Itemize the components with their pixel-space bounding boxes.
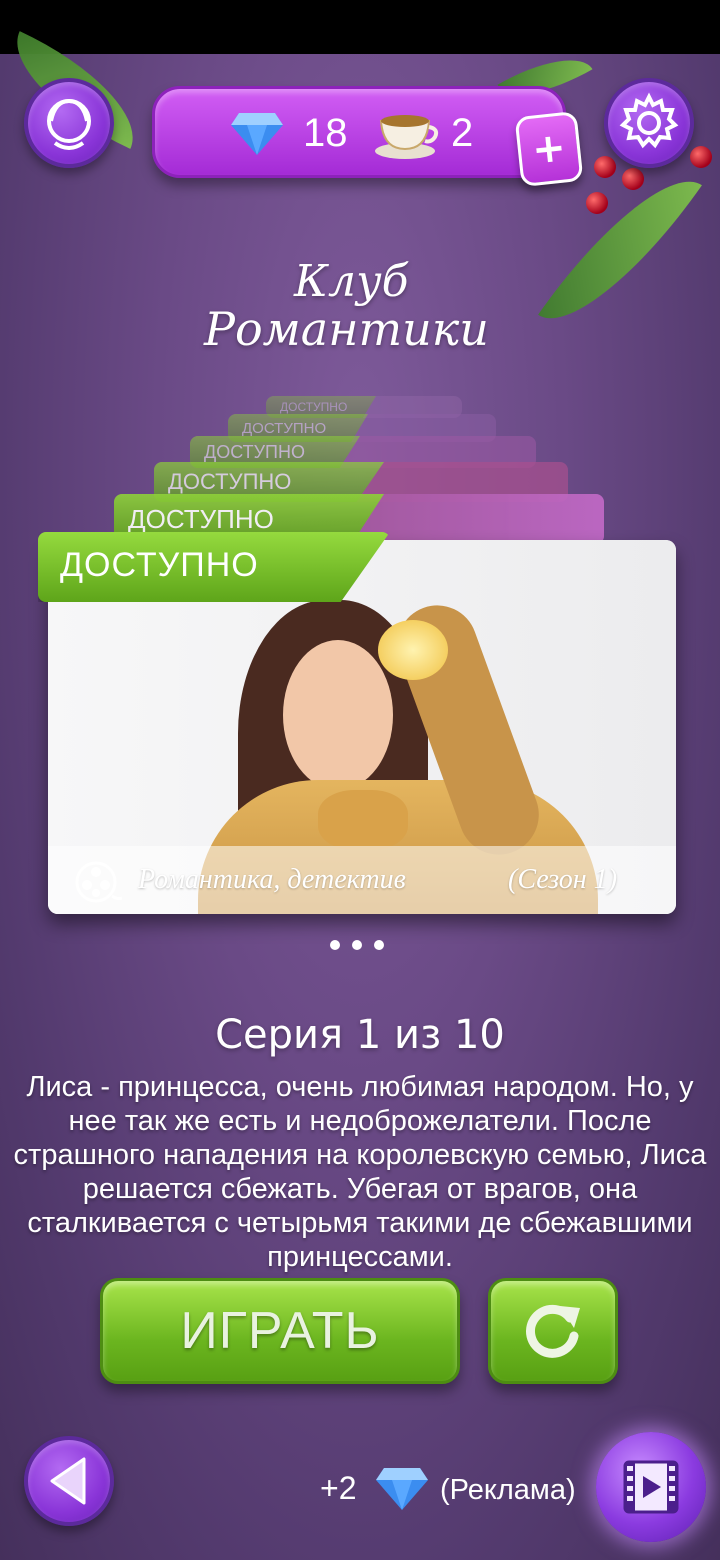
play-button[interactable]: ИГРАТЬ xyxy=(100,1278,460,1384)
carousel-dot xyxy=(374,940,384,950)
watch-ad-button[interactable] xyxy=(596,1432,706,1542)
available-tag-label: ДОСТУПНО xyxy=(60,546,259,584)
story-description: Лиса - принцесса, очень любимая народом.… xyxy=(13,1071,707,1273)
genre-label: Романтика, детектив xyxy=(138,864,406,895)
restart-button[interactable] xyxy=(488,1278,618,1384)
cover-flower xyxy=(378,620,448,680)
ad-reward-amount: +2 xyxy=(320,1470,357,1506)
gems-count: 18 xyxy=(303,111,348,155)
settings-gear-icon xyxy=(619,92,679,149)
logo-title-line2: Романтики xyxy=(204,302,489,356)
video-ad-icon xyxy=(623,1460,679,1514)
berry-decoration xyxy=(586,192,608,214)
add-currency-button[interactable]: + xyxy=(514,110,584,188)
carousel-dot xyxy=(352,940,362,950)
tea-count: 2 xyxy=(451,111,474,155)
profile-icon xyxy=(47,98,91,150)
play-button-label: ИГРАТЬ xyxy=(180,1302,380,1360)
cover-figure-bow xyxy=(318,790,408,850)
currency-bar: 18 2 xyxy=(152,86,566,178)
berry-decoration xyxy=(690,146,712,168)
episode-title: Серия 1 из 10 xyxy=(215,1012,505,1058)
gem-icon xyxy=(376,1468,428,1510)
tea-cup-icon xyxy=(375,115,439,159)
available-tag-main: ДОСТУПНО xyxy=(38,532,390,602)
profile-button[interactable] xyxy=(24,78,114,168)
film-reel-icon xyxy=(75,861,122,903)
logo-title-line1: Клуб xyxy=(294,256,409,307)
cover-figure-face xyxy=(283,640,393,790)
back-button[interactable] xyxy=(24,1436,114,1526)
season-label: (Сезон 1) xyxy=(508,864,618,895)
genre-bar: Романтика, детектив (Сезон 1) xyxy=(48,846,676,914)
ad-label: (Реклама) xyxy=(440,1474,576,1506)
status-bar xyxy=(0,0,720,54)
berry-decoration xyxy=(594,156,616,178)
back-arrow-icon xyxy=(50,1457,86,1505)
carousel-indicator xyxy=(330,940,384,950)
gem-icon xyxy=(231,113,283,155)
berry-decoration xyxy=(622,168,644,190)
restart-icon xyxy=(526,1304,580,1358)
settings-button[interactable] xyxy=(604,78,694,168)
carousel-dot xyxy=(330,940,340,950)
